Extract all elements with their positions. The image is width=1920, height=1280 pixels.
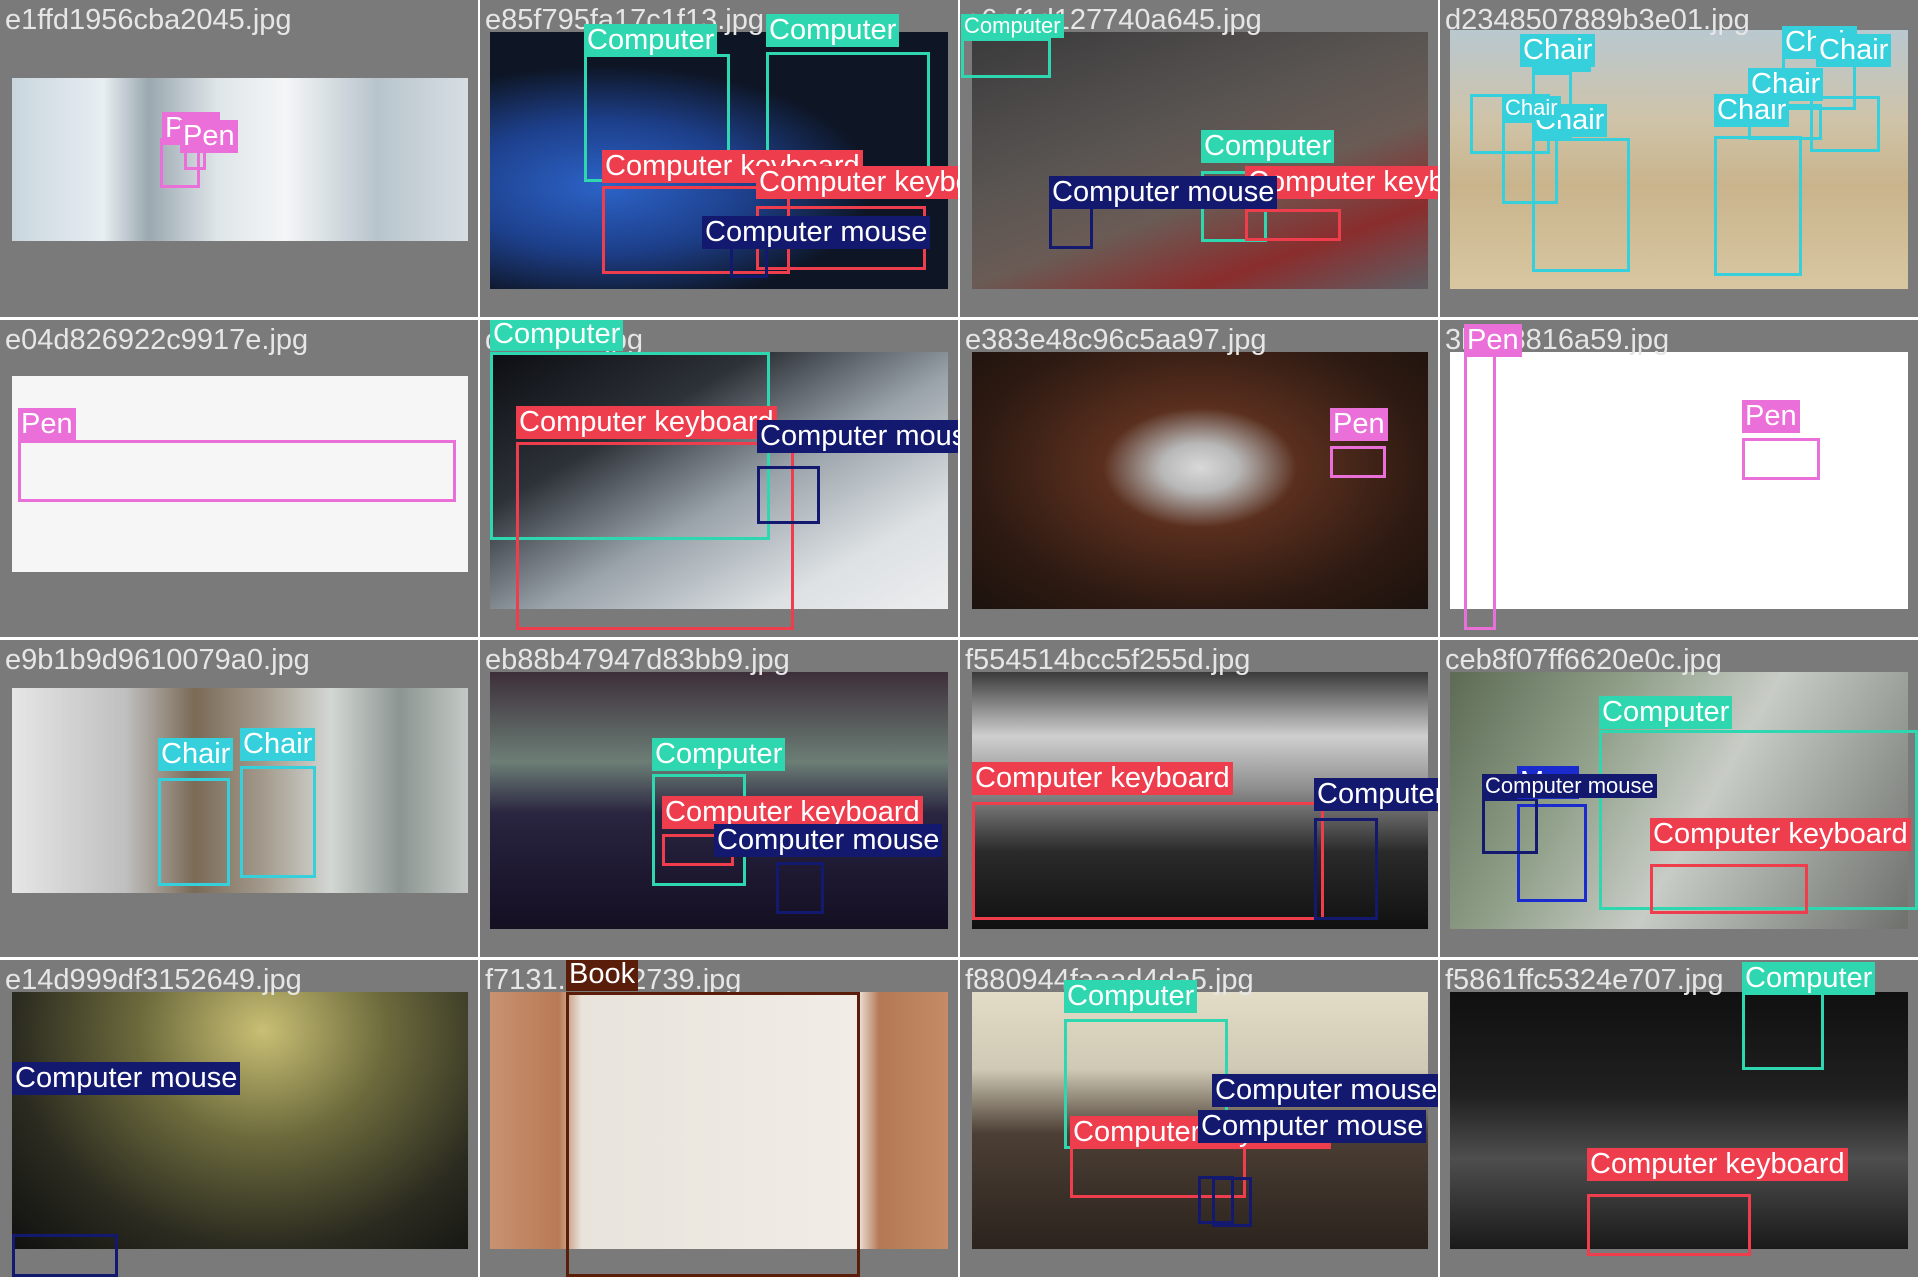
bounding-box-book: [566, 992, 860, 1277]
cell-filename: e9b1b9d9610079a0.jpg: [5, 644, 310, 676]
mosaic-cell: e04d826922c9917e.jpg Pen: [0, 320, 478, 637]
detection-label: Pen: [1330, 408, 1388, 441]
mosaic-cell: e6af1d127740a645.jpg Computer Computer Comp…: [960, 0, 1438, 317]
mosaic-cell: d2348507889b3e01.jpg Chair Chair Chair Chair…: [1440, 0, 1918, 317]
bounding-box-computer: [1742, 988, 1824, 1070]
mosaic-cell: d7c633d.jpgComputerComputer keyboardComp…: [480, 320, 958, 637]
bounding-box-pen: [1330, 446, 1386, 478]
detection-label: Book: [566, 960, 639, 991]
bounding-box-computer: [961, 38, 1051, 78]
bounding-box-chair: [1810, 96, 1880, 152]
bounding-box-pen: [18, 440, 456, 502]
bounding-box-computer-keyboard: [516, 442, 794, 630]
cell-filename: eb88b47947d83bb9.jpg: [485, 644, 790, 676]
detection-label: Computer keyboard: [1587, 1148, 1848, 1181]
mosaic-cell: f7131...4252739.jpgBook: [480, 960, 958, 1277]
bounding-box-computer-keyboard: [1650, 864, 1808, 914]
detection-label: Computer keyboard: [1650, 818, 1911, 851]
cell-filename: e383e48c96c5aa97.jpg: [965, 324, 1267, 356]
bounding-box-computer-keyboard: [1587, 1194, 1751, 1256]
cell-filename: d2348507889b3e01.jpg: [1445, 4, 1750, 36]
bounding-box-pen: [1464, 354, 1496, 630]
bounding-box-computer-mouse: [12, 1234, 118, 1277]
bounding-box-computer-mouse: [1482, 798, 1538, 854]
bounding-box-chair: [1714, 136, 1802, 276]
bounding-box-computer-keyboard: [972, 802, 1324, 920]
mosaic-cell: e1ffd1956cba2045.jpgPenPen: [0, 0, 478, 317]
detection-label: Chair: [1502, 96, 1561, 120]
detection-label: Computer: [1599, 696, 1733, 729]
detection-label: Chair: [1816, 34, 1892, 67]
mosaic-cell: e9b1b9d9610079a0.jpg Chair Chair: [0, 640, 478, 957]
detection-label: Computer mouse: [1212, 1074, 1438, 1107]
bounding-box-computer-mouse: [776, 862, 824, 914]
detection-label: Computer: [1742, 962, 1876, 995]
mosaic-cell: e14d999df3152649.jpg Computer mouse: [0, 960, 478, 1277]
detection-label: Computer mouse: [1482, 774, 1657, 798]
detection-label: Computer mouse: [1049, 176, 1278, 209]
detection-label: Chair: [1748, 68, 1824, 101]
detection-label: Chair: [158, 738, 234, 771]
mosaic-cell: f554514bcc5f255d.jpg Computer keyboard Com…: [960, 640, 1438, 957]
detection-label: Computer mouse: [12, 1062, 241, 1095]
cell-filename: f5861ffc5324e707.jpg: [1445, 964, 1724, 996]
tablet-with-stylus-image: [1450, 352, 1908, 609]
detection-label: Pen: [1464, 324, 1522, 357]
detection-label: Computer: [961, 14, 1064, 38]
cake-on-plate-image: [972, 352, 1428, 609]
detection-label: Computer mouse: [714, 824, 943, 857]
detection-label: Chair: [240, 728, 316, 761]
mosaic-cell: e383e48c96c5aa97.jpg Pen: [960, 320, 1438, 637]
detection-label: Pen: [18, 408, 76, 441]
bounding-box-computer-keyboard: [1245, 209, 1341, 241]
cell-filename: e14d999df3152649.jpg: [5, 964, 302, 996]
cell-filename: f554514bcc5f255d.jpg: [965, 644, 1251, 676]
detection-label: Chair: [1520, 34, 1596, 67]
detection-label: Computer mouse: [702, 216, 931, 249]
detection-label: Computer keyboard: [972, 762, 1233, 795]
detection-mosaic: e1ffd1956cba2045.jpgPenPene85f795fa17c1f…: [0, 0, 1920, 1280]
detection-label: Computer keyboard: [516, 406, 777, 439]
cell-filename: e04d826922c9917e.jpg: [5, 324, 309, 356]
detection-label: Computer mouse: [1314, 778, 1438, 811]
mosaic-cell: f880944faaad4da5.jpgComputerComputer key…: [960, 960, 1438, 1277]
mosaic-cell: e85f795fa17c1f13.jpg Computer Computer Comp…: [480, 0, 958, 317]
mosaic-cell: eb88b47947d83bb9.jpg Computer Computer key…: [480, 640, 958, 957]
cell-filename: e1ffd1956cba2045.jpg: [5, 4, 292, 36]
detection-label: Computer: [490, 320, 624, 351]
detection-label: Computer: [1201, 130, 1335, 163]
detection-label: Computer: [584, 24, 718, 57]
wedding-photo-collage-image: [12, 78, 468, 241]
bounding-box-computer-mouse: [757, 466, 820, 524]
phone-and-mouse-blur-image: [12, 992, 468, 1249]
mosaic-cell: ceb8f07ff6620e0c.jpg Computer Computer key…: [1440, 640, 1918, 957]
detection-label: Computer: [652, 738, 786, 771]
bounding-box-chair: [158, 778, 230, 886]
cell-filename: ceb8f07ff6620e0c.jpg: [1445, 644, 1722, 676]
detection-label: Computer: [1064, 980, 1198, 1013]
detection-label: Computer mouse: [757, 420, 958, 453]
detection-label: Computer mouse: [1198, 1110, 1427, 1143]
mosaic-cell: 3b738816a59.jpg Pen Pen: [1440, 320, 1918, 637]
detection-label: Pen: [1742, 400, 1800, 433]
bounding-box-chair: [240, 766, 316, 878]
detection-label: Computer keyboard: [756, 166, 958, 199]
bounding-box-pen: [1742, 438, 1820, 480]
bounding-box-computer-mouse: [1314, 818, 1378, 920]
mosaic-cell: f5861ffc5324e707.jpg Computer Computer key…: [1440, 960, 1918, 1277]
detection-label: Computer: [766, 14, 900, 47]
detection-label: Pen: [180, 120, 238, 153]
bounding-box-computer-mouse: [1198, 1176, 1234, 1224]
